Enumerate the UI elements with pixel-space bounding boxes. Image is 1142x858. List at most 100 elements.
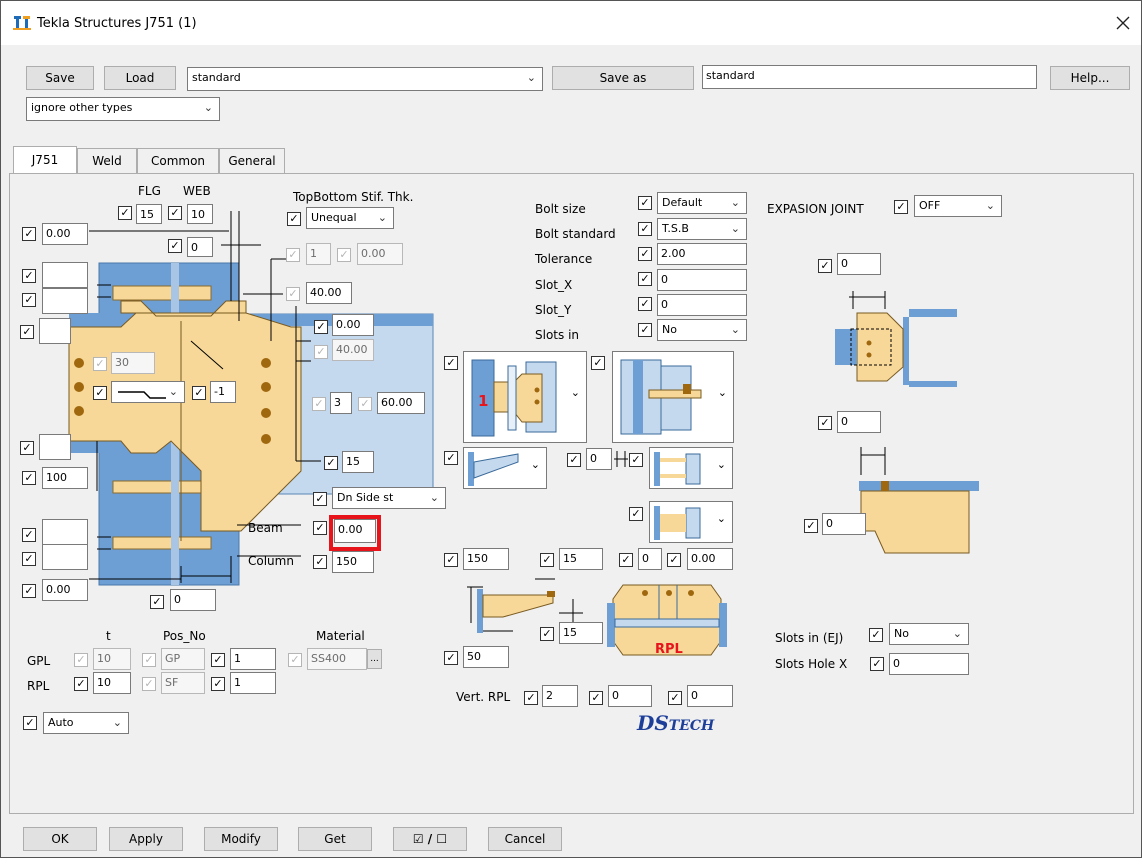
left-box4-checkbox[interactable]: ✓ — [20, 441, 34, 455]
val1-checkbox[interactable]: ✓ — [286, 248, 300, 262]
side-stiff-checkbox[interactable]: ✓ — [313, 492, 327, 506]
cancel-button[interactable]: Cancel — [488, 827, 562, 851]
tolerance-input[interactable]: 2.00 — [657, 243, 747, 265]
tab-j751[interactable]: J751 — [13, 146, 77, 173]
val1b-input[interactable]: 0.00 — [357, 243, 403, 265]
apply-button[interactable]: Apply — [109, 827, 183, 851]
val000-checkbox[interactable]: ✓ — [314, 320, 328, 334]
web-gap-input[interactable]: 0 — [187, 237, 213, 257]
gpl-t-input[interactable]: 10 — [93, 648, 131, 670]
vert-rpl-input[interactable]: 2 — [542, 685, 578, 707]
v150-input[interactable]: 150 — [463, 548, 509, 570]
side-stiff-dropdown[interactable]: Dn Side st ⌄ — [332, 487, 446, 509]
val1b-checkbox[interactable]: ✓ — [337, 248, 351, 262]
load-button[interactable]: Load — [104, 66, 176, 90]
slotx-input[interactable]: 0 — [657, 269, 747, 291]
vr3-input[interactable]: 0 — [687, 685, 733, 707]
topbottom-dropdown[interactable]: Unequal ⌄ — [306, 207, 394, 229]
valm1-checkbox[interactable]: ✓ — [192, 386, 206, 400]
rpl-prefix-input[interactable]: SF — [161, 672, 205, 694]
val40-checkbox[interactable]: ✓ — [286, 287, 300, 301]
slots-ej-dropdown[interactable]: No ⌄ — [889, 623, 969, 645]
save-as-button[interactable]: Save as — [552, 66, 694, 90]
beam-end-picture-dropdown[interactable]: ⌄ — [612, 351, 734, 443]
tab-common[interactable]: Common — [137, 148, 219, 173]
bottom-gap-input[interactable]: 0 — [170, 589, 216, 611]
v15a-input[interactable]: 15 — [559, 548, 603, 570]
profile-shape-checkbox[interactable]: ✓ — [93, 386, 107, 400]
left-box2-input[interactable] — [42, 288, 88, 314]
beam-type-picture-dropdown[interactable]: 1 ⌄ — [463, 351, 587, 443]
v15b-input[interactable]: 15 — [559, 622, 603, 644]
val000-input[interactable]: 0.00 — [332, 314, 374, 336]
ej-v3-input[interactable]: 0 — [822, 513, 866, 535]
ej-v2-input[interactable]: 0 — [837, 411, 881, 433]
v50-checkbox[interactable]: ✓ — [444, 651, 458, 665]
val15-input[interactable]: 15 — [342, 451, 374, 473]
rpl-t-checkbox[interactable]: ✓ — [74, 677, 88, 691]
v0a-checkbox[interactable]: ✓ — [619, 553, 633, 567]
gpl-no-checkbox[interactable]: ✓ — [211, 653, 225, 667]
vr3-checkbox[interactable]: ✓ — [668, 691, 682, 705]
save-as-name-input[interactable]: standard — [702, 65, 1037, 89]
gap-a-input[interactable]: 0 — [586, 448, 612, 470]
rpl-prefix-checkbox[interactable]: ✓ — [142, 677, 156, 691]
sloty-input[interactable]: 0 — [657, 294, 747, 316]
modify-button[interactable]: Modify — [204, 827, 278, 851]
web-input[interactable]: 10 — [187, 204, 213, 224]
ej-v1-checkbox[interactable]: ✓ — [818, 259, 832, 273]
ej-v1-input[interactable]: 0 — [837, 253, 881, 275]
stiffener-type-picture-dropdown[interactable]: ⌄ — [463, 447, 547, 489]
left-box3-input[interactable] — [39, 318, 71, 344]
v50-input[interactable]: 50 — [463, 646, 509, 668]
web-gap-checkbox[interactable]: ✓ — [168, 239, 182, 253]
auto-dropdown[interactable]: Auto ⌄ — [43, 712, 129, 734]
bolt-standard-checkbox[interactable]: ✓ — [638, 222, 652, 236]
v000-input[interactable]: 0.00 — [687, 548, 733, 570]
v15a-checkbox[interactable]: ✓ — [540, 553, 554, 567]
v000-checkbox[interactable]: ✓ — [667, 553, 681, 567]
stiffener-pos-picture-dropdown[interactable]: ⌄ — [649, 447, 733, 489]
bottom-gap-checkbox[interactable]: ✓ — [150, 595, 164, 609]
vr2-input[interactable]: 0 — [608, 685, 652, 707]
pic2-checkbox[interactable]: ✓ — [591, 356, 605, 370]
rpl-t-input[interactable]: 10 — [93, 672, 131, 694]
left-box3-checkbox[interactable]: ✓ — [20, 325, 34, 339]
material-browse-button[interactable]: ... — [367, 649, 382, 669]
rpl-no-input[interactable]: 1 — [230, 672, 276, 694]
profile-shape-dropdown[interactable]: ⌄ — [111, 381, 185, 403]
auto-checkbox[interactable]: ✓ — [23, 716, 37, 730]
val40b-checkbox[interactable]: ✓ — [314, 345, 328, 359]
expansion-joint-checkbox[interactable]: ✓ — [894, 200, 908, 214]
vr2-checkbox[interactable]: ✓ — [589, 691, 603, 705]
val100-checkbox[interactable]: ✓ — [22, 471, 36, 485]
tolerance-checkbox[interactable]: ✓ — [638, 247, 652, 261]
pic5-checkbox[interactable]: ✓ — [629, 507, 643, 521]
left-box1-checkbox[interactable]: ✓ — [22, 269, 36, 283]
gpl-prefix-input[interactable]: GP — [161, 648, 205, 670]
flg-input[interactable]: 15 — [136, 204, 162, 224]
bottom-left-input[interactable]: 0.00 — [42, 579, 88, 601]
ej-v2-checkbox[interactable]: ✓ — [818, 416, 832, 430]
v150-checkbox[interactable]: ✓ — [444, 553, 458, 567]
val3-input[interactable]: 3 — [330, 392, 352, 414]
gap-a-checkbox[interactable]: ✓ — [567, 453, 581, 467]
gpl-t-checkbox[interactable]: ✓ — [74, 653, 88, 667]
gpl-no-input[interactable]: 1 — [230, 648, 276, 670]
left-box6-input[interactable] — [42, 544, 88, 570]
help-button[interactable]: Help... — [1050, 66, 1130, 90]
val60-checkbox[interactable]: ✓ — [358, 397, 372, 411]
val40-input[interactable]: 40.00 — [306, 282, 352, 304]
v15b-checkbox[interactable]: ✓ — [540, 627, 554, 641]
web-checkbox[interactable]: ✓ — [168, 206, 182, 220]
preset-dropdown[interactable]: standard ⌄ — [187, 67, 543, 91]
tab-weld[interactable]: Weld — [77, 148, 137, 173]
v0a-input[interactable]: 0 — [638, 548, 662, 570]
val15-checkbox[interactable]: ✓ — [324, 456, 338, 470]
hole-x-input[interactable]: 0 — [889, 653, 969, 675]
left-box6-checkbox[interactable]: ✓ — [22, 552, 36, 566]
val60-input[interactable]: 60.00 — [377, 392, 425, 414]
column-checkbox[interactable]: ✓ — [313, 555, 327, 569]
left-top-input[interactable]: 0.00 — [42, 223, 88, 245]
toggle-all-button[interactable]: ☑ / ☐ — [393, 827, 467, 851]
